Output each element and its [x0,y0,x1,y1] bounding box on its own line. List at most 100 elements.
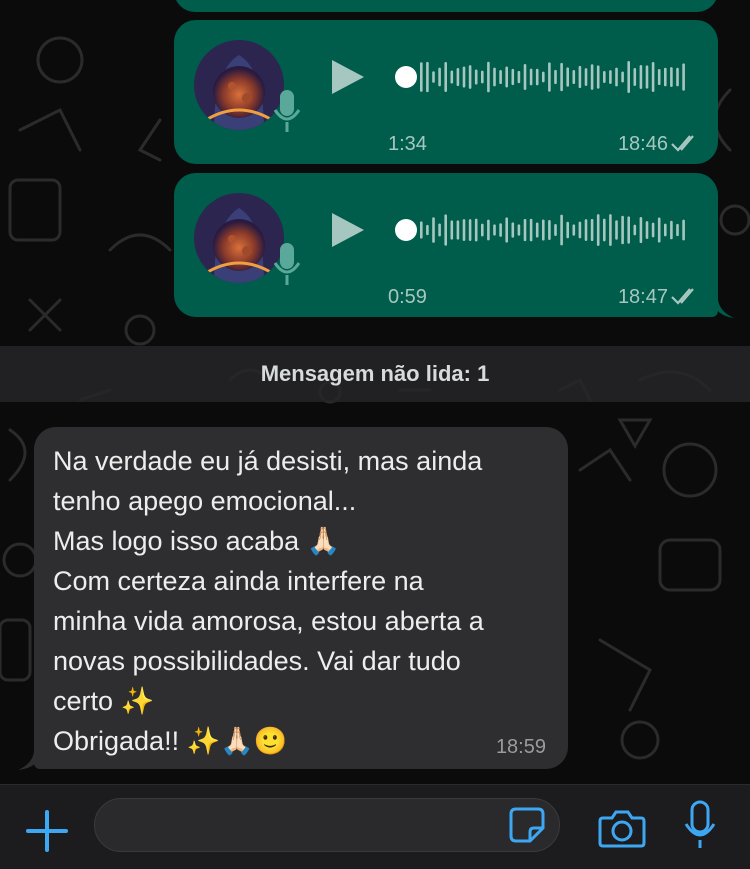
microphone-icon [273,90,301,132]
waveform-bar [511,68,515,86]
waveform-bar [633,224,637,236]
avatar-image [194,193,284,283]
message-input[interactable] [94,798,560,852]
microphone-icon[interactable] [682,800,718,850]
waveform-bar [438,223,441,237]
message-time: 18:47 [617,286,668,308]
waveform-bar [682,63,685,91]
plus-icon[interactable] [26,810,68,852]
waveform-bar [609,214,612,246]
waveform-bar [615,67,618,87]
waveform-bar [481,223,484,237]
sender-avatar [194,40,301,132]
waveform-bar [578,65,582,89]
waveform-bar [603,218,606,242]
waveform-bar [535,68,539,86]
message-text: Na verdade eu já desisti, mas ainda tenh… [53,446,484,756]
sticker-icon[interactable] [508,806,546,844]
waveform-bar [438,67,441,87]
waveform-bar [444,214,447,246]
waveform-bar [493,67,496,87]
waveform-bar [572,69,576,85]
voice-duration: 0:59 [388,286,427,308]
waveform-bar [554,224,557,236]
waveform[interactable] [394,60,692,94]
camera-icon[interactable] [598,808,646,848]
play-icon[interactable] [330,211,366,249]
playback-scrubber[interactable] [395,219,417,241]
previous-message-bubble[interactable] [174,0,718,12]
waveform-bar [621,215,624,245]
waveform-bar [639,65,643,89]
waveform-bar [523,218,527,242]
waveform-bar [456,220,460,240]
waveform-bar [645,65,649,89]
waveform-bar [596,214,600,246]
waveform-bar [651,62,655,92]
waveform-bar [487,219,490,241]
sender-avatar [194,193,301,285]
waveform-bar [584,219,588,241]
waveform-bar [462,66,466,88]
message-time: 18:59 [495,736,546,758]
incoming-message-bubble[interactable]: Na verdade eu já desisti, mas ainda tenh… [34,427,568,769]
play-icon[interactable] [330,58,366,96]
waveform-bar [603,71,606,83]
waveform-bar [657,217,661,243]
waveform-bar [560,62,563,92]
waveform-bar [450,220,454,240]
voice-message[interactable]: 1:34 18:46 [174,20,718,164]
playback-scrubber[interactable] [395,66,417,88]
waveform-bar [474,69,478,85]
waveform-bar [578,221,582,239]
double-check-icon [671,135,694,152]
waveform-bar [432,71,435,83]
waveform-bar [590,64,594,90]
unread-messages-banner: Mensagem não lida: 1 [0,346,750,402]
message-time: 18:46 [617,133,668,155]
waveform-bar [651,222,655,238]
waveform-bar [682,219,685,241]
bubble-tail [18,752,42,770]
waveform-bar [505,217,508,243]
waveform-bar [584,68,588,86]
waveform-bar [505,66,508,88]
waveform-bar [615,220,618,240]
waveform-bar [664,67,667,87]
waveform-bar [639,216,643,244]
waveform-bar [474,218,478,242]
voice-message[interactable]: 0:59 18:47 [174,173,718,317]
waveform-bar [621,71,624,83]
waveform-bar [499,223,502,237]
waveform-bar [426,61,429,93]
waveform-bar [657,68,661,86]
waveform-bar [627,61,630,93]
waveform-bar [511,222,515,238]
waveform-bar [499,69,502,85]
waveform-bar [444,62,447,92]
bubble-tail [712,300,734,318]
waveform[interactable] [394,213,692,247]
waveform-bar [517,70,521,84]
double-check-icon [671,288,694,305]
waveform-bar [468,65,472,89]
waveform-bar [560,214,563,246]
waveform-bar [517,224,521,236]
waveform-bar [481,70,484,84]
waveform-bar [633,68,637,86]
waveform-bar [529,68,533,86]
waveform-bar [468,219,472,241]
waveform-bar [566,67,569,87]
avatar-image [194,40,284,130]
waveform-bar [432,217,435,243]
waveform-bar [670,67,673,87]
waveform-bar [548,220,551,240]
waveform-bar [529,218,533,242]
waveform-bar [572,224,576,236]
waveform-bar [596,65,600,89]
waveform-bar [670,220,673,240]
waveform-bar [456,67,460,87]
waveform-bar [542,219,545,241]
waveform-bar [627,216,630,244]
waveform-bar [676,67,679,87]
